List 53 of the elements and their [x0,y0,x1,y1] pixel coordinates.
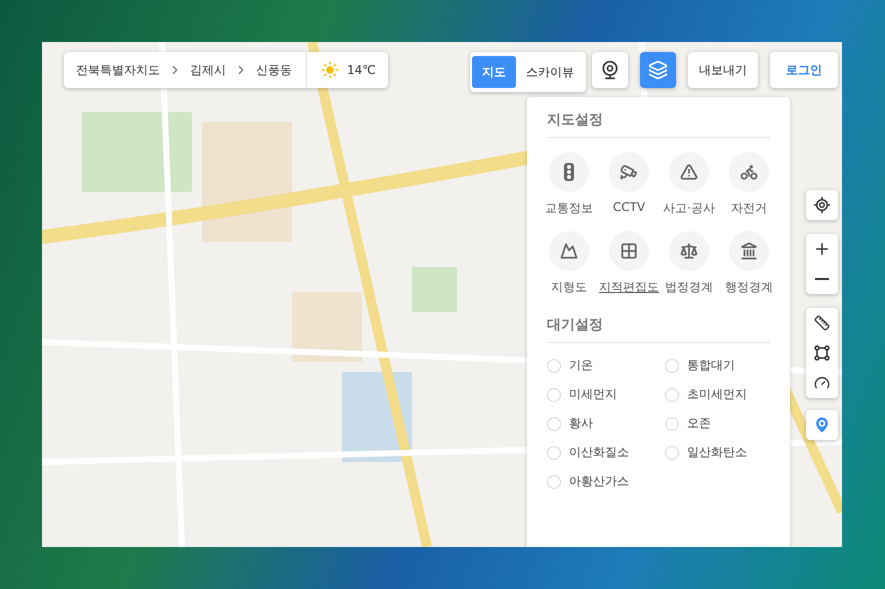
radio-label: 오존 [687,415,711,432]
radio-label: 이산화질소 [569,444,629,461]
crosshair-icon [813,196,831,214]
scale-icon [680,242,698,260]
breadcrumb-item[interactable]: 신풍동 [256,62,292,78]
mountain-icon [560,242,578,260]
radio-button[interactable] [547,446,561,460]
export-button[interactable]: 내보내기 [688,52,758,88]
warning-icon [680,163,698,181]
radio-button[interactable] [547,358,561,372]
radio-label: 황사 [569,415,593,432]
map-layer-option[interactable]: 법정경계 [659,231,719,296]
landmark-icon [740,242,758,260]
radio-button[interactable] [665,446,679,460]
street-view-button[interactable] [592,52,628,88]
radio-label: 아황산가스 [569,473,629,490]
bicycle-icon [740,163,758,181]
layers-icon [648,60,668,80]
breadcrumb-item[interactable]: 전북특별자치도 [76,62,160,78]
gauge-icon [814,375,830,391]
map-layer-option[interactable]: 지적편집도 [599,231,659,296]
cctv-icon [620,163,638,181]
radio-button[interactable] [547,416,561,430]
square-nodes-icon [814,345,830,361]
radio-button[interactable] [665,416,679,430]
layers-button[interactable] [640,52,676,88]
radio-label: 기온 [569,357,593,374]
minus-icon [815,278,829,280]
radio-button[interactable] [547,474,561,488]
radio-button[interactable] [547,388,561,402]
map-layer-option[interactable]: 자전거 [719,152,779,217]
map-layer-option[interactable]: 행정경계 [719,231,779,296]
breadcrumb-item[interactable]: 김제시 [190,62,226,78]
section-title: 대기설정 [547,312,770,343]
radio-button[interactable] [665,388,679,402]
temperature-text: 14℃ [347,63,376,77]
login-button[interactable]: 로그인 [770,52,838,88]
map-layer-option[interactable]: 지형도 [539,231,599,296]
map-layer-option[interactable]: 사고·공사 [659,152,719,217]
radio-label: 통합대기 [687,357,735,374]
radio-button[interactable] [665,358,679,372]
radio-label: 일산화탄소 [687,444,747,461]
map-layer-option[interactable]: 교통정보 [539,152,599,217]
sun-icon [321,61,339,79]
map-layer-option[interactable]: CCTV [599,152,659,217]
grid-icon [620,242,638,260]
section-title: 지도설정 [547,107,770,138]
webcam-icon [600,60,620,80]
ruler-icon [814,315,830,331]
radio-label: 미세먼지 [569,386,617,403]
radio-label: 초미세먼지 [687,386,747,403]
traffic-light-icon [563,163,575,181]
plus-icon [813,240,831,258]
